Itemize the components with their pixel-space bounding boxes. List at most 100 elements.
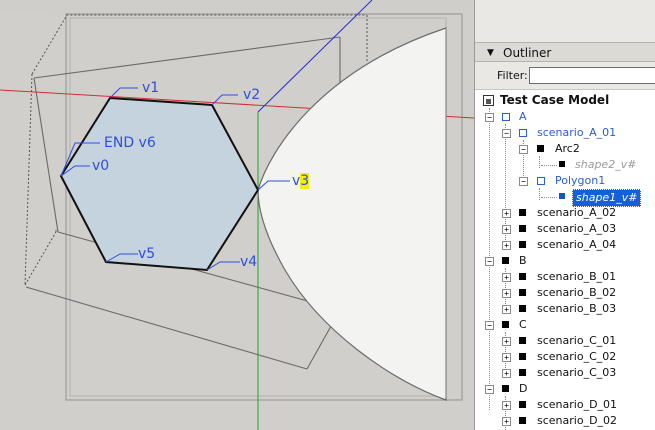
vertex-label-v4: v4 <box>240 254 258 270</box>
component-solid-icon <box>519 289 526 296</box>
tree-item-label: Polygon1 <box>555 174 606 187</box>
component-solid-icon <box>559 161 565 167</box>
scene-canvas[interactable] <box>0 0 474 430</box>
component-solid-icon <box>519 273 526 280</box>
collapse-toggle-icon[interactable]: − <box>519 177 528 186</box>
tree-branch <box>541 165 557 166</box>
tree-item-scenario-a02[interactable]: + scenario_A_02 <box>475 205 655 221</box>
tree-item-label: scenario_D_01 <box>537 398 618 411</box>
vertex-label-v1: v1 <box>142 80 160 96</box>
panel-top-gap <box>475 0 655 42</box>
vertex-label-v3: v3 <box>292 173 310 189</box>
vertex-label-v5: v5 <box>138 246 156 262</box>
tree-item-label: A <box>519 110 527 123</box>
component-solid-icon <box>519 401 526 408</box>
tree-item-scenario-c02[interactable]: + scenario_C_02 <box>475 349 655 365</box>
collapse-toggle-icon[interactable]: − <box>485 257 494 266</box>
vertex-label-end-v6: END v6 <box>104 135 156 151</box>
vertex-label-v3-highlight: 3 <box>300 173 310 189</box>
collapse-toggle-icon[interactable]: − <box>485 321 494 330</box>
expand-toggle-icon[interactable]: + <box>502 417 511 426</box>
tree-item-scenario-d02[interactable]: + scenario_D_02 <box>475 413 655 429</box>
tree-item-scenario-c01[interactable]: + scenario_C_01 <box>475 333 655 349</box>
expand-toggle-icon[interactable]: + <box>502 225 511 234</box>
collapse-toggle-icon[interactable]: − <box>485 385 494 394</box>
filter-row: Filter: <box>475 62 655 90</box>
tree-item-scenario-a03[interactable]: + scenario_A_03 <box>475 221 655 237</box>
tree-item-shape2[interactable]: shape2_v# <box>475 157 655 173</box>
tree-item-shape1-selected[interactable]: shape1_v# <box>475 189 655 207</box>
collapse-toggle-icon[interactable]: − <box>485 113 494 122</box>
expand-toggle-icon[interactable]: + <box>502 289 511 298</box>
expand-toggle-icon[interactable]: + <box>502 273 511 282</box>
component-solid-icon <box>519 369 526 376</box>
tree-item-label: scenario_A_03 <box>537 222 617 235</box>
expand-toggle-icon[interactable]: + <box>502 241 511 250</box>
tree-item-label: scenario_B_01 <box>537 270 617 283</box>
tree-item-label: shape2_v# <box>575 158 637 171</box>
tree-item-scenario-b01[interactable]: + scenario_B_01 <box>475 269 655 285</box>
expand-toggle-icon[interactable]: + <box>502 369 511 378</box>
tree-item-polygon1[interactable]: − Polygon1 <box>475 173 655 189</box>
component-solid-icon <box>559 193 565 199</box>
collapse-arrow-icon[interactable]: ▼ <box>487 43 494 63</box>
tree-item-arc2[interactable]: − Arc2 <box>475 141 655 157</box>
vertex-label-v2: v2 <box>243 87 261 103</box>
tree-item-scenario-b02[interactable]: + scenario_B_02 <box>475 285 655 301</box>
outliner-header[interactable]: ▼ Outliner <box>475 42 655 62</box>
tree-item-scenario-a04[interactable]: + scenario_A_04 <box>475 237 655 253</box>
tree-item-label: scenario_A_01 <box>537 126 617 139</box>
tree-item-label: C <box>519 318 527 331</box>
expand-toggle-icon[interactable]: + <box>502 305 511 314</box>
expand-toggle-icon[interactable]: + <box>502 401 511 410</box>
tree-item-scenario-d01[interactable]: + scenario_D_01 <box>475 397 655 413</box>
tree-item-label: scenario_A_02 <box>537 206 617 219</box>
outliner-title: Outliner <box>503 46 552 60</box>
component-solid-icon <box>519 241 526 248</box>
filter-input[interactable] <box>529 67 655 84</box>
outliner-tree[interactable]: Test Case Model − A − scenario_A_01 − Ar… <box>475 90 655 430</box>
component-solid-icon <box>519 305 526 312</box>
group-outline-icon <box>519 129 527 137</box>
component-solid-icon <box>519 353 526 360</box>
tree-item-label: D <box>519 382 528 395</box>
tree-item-scenario-b03[interactable]: + scenario_B_03 <box>475 301 655 317</box>
tree-root-label: Test Case Model <box>500 93 610 107</box>
tree-item-label: B <box>519 254 527 267</box>
tree-item-label: scenario_D_02 <box>537 414 618 427</box>
tree-item-label: Arc2 <box>555 142 580 155</box>
tree-root-row[interactable]: Test Case Model <box>475 92 655 108</box>
expand-toggle-icon[interactable]: + <box>502 353 511 362</box>
filter-label: Filter: <box>497 69 528 82</box>
tree-item-d[interactable]: − D <box>475 381 655 397</box>
outliner-panel: ▼ Outliner Filter: Test Case Model − A − <box>474 0 655 430</box>
tree-item-scenario-a01[interactable]: − scenario_A_01 <box>475 125 655 141</box>
expand-toggle-icon[interactable]: + <box>502 209 511 218</box>
component-solid-icon <box>502 321 509 328</box>
tree-item-label: scenario_C_01 <box>537 334 617 347</box>
component-solid-icon <box>537 145 544 152</box>
vertex-label-v0: v0 <box>92 158 110 174</box>
tree-item-b[interactable]: − B <box>475 253 655 269</box>
tree-branch <box>541 197 557 198</box>
collapse-toggle-icon[interactable]: − <box>519 145 528 154</box>
group-outline-icon <box>537 177 545 185</box>
tree-item-label: scenario_C_02 <box>537 350 617 363</box>
tree-item-label: scenario_A_04 <box>537 238 617 251</box>
component-solid-icon <box>519 417 526 424</box>
component-solid-icon <box>502 257 509 264</box>
modeling-viewport[interactable]: v1 v2 END v6 v0 v3 v4 v5 <box>0 0 474 430</box>
expand-toggle-icon[interactable]: + <box>502 337 511 346</box>
component-solid-icon <box>519 225 526 232</box>
tree-item-scenario-c03[interactable]: + scenario_C_03 <box>475 365 655 381</box>
tree-item-a[interactable]: − A <box>475 109 655 125</box>
tree-item-c[interactable]: − C <box>475 317 655 333</box>
collapse-toggle-icon[interactable]: − <box>502 129 511 138</box>
component-solid-icon <box>519 209 526 216</box>
tree-item-label: scenario_B_02 <box>537 286 617 299</box>
component-solid-icon <box>502 385 509 392</box>
tree-item-label: scenario_B_03 <box>537 302 617 315</box>
model-icon <box>483 95 494 106</box>
group-outline-icon <box>502 113 510 121</box>
component-solid-icon <box>519 337 526 344</box>
